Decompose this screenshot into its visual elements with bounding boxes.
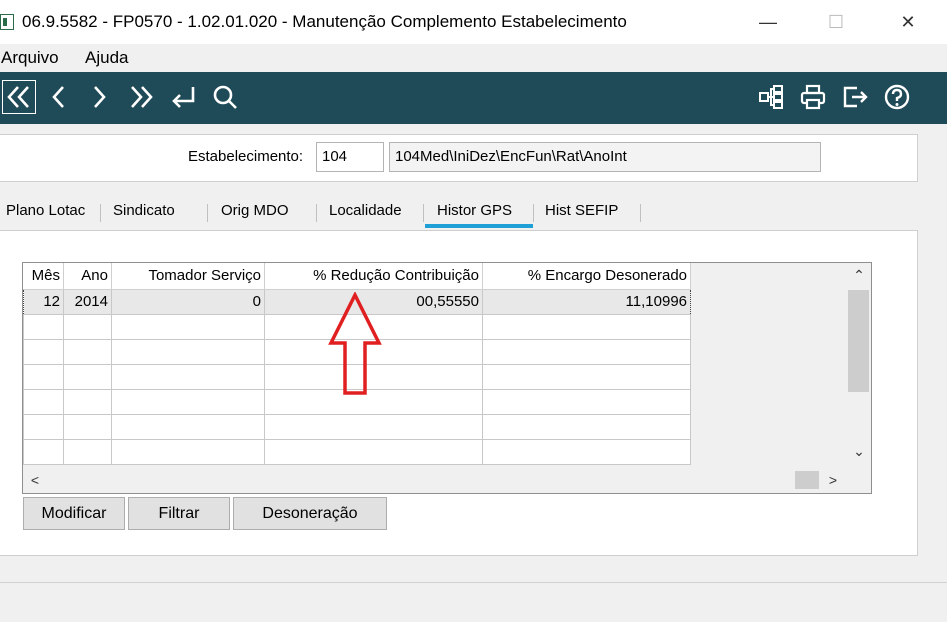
tab-separator (423, 204, 424, 222)
column-header-mes[interactable]: Mês (23, 263, 64, 290)
window-title: 06.9.5582 - FP0570 - 1.02.01.020 - Manut… (22, 12, 627, 31)
vertical-scroll-thumb[interactable] (848, 290, 869, 392)
cell-ano[interactable]: 2014 (63, 288, 112, 315)
table-row-empty[interactable] (23, 413, 691, 440)
status-bar (0, 582, 947, 622)
column-header-tomador-servico[interactable]: Tomador Serviço (111, 263, 265, 290)
histor-gps-grid[interactable]: Mês Ano Tomador Serviço % Redução Contri… (22, 262, 872, 494)
tab-hist-sefip[interactable]: Hist SEFIP (545, 202, 618, 219)
horizontal-scrollbar[interactable] (23, 467, 871, 493)
estabelecimento-label: Estabelecimento: (188, 148, 304, 165)
minimize-button[interactable]: — (748, 8, 788, 36)
app-icon (0, 14, 14, 30)
tree-icon[interactable] (754, 80, 788, 114)
menu-ajuda[interactable]: Ajuda (85, 48, 128, 68)
filtrar-button[interactable]: Filtrar (128, 497, 230, 530)
print-icon[interactable] (796, 80, 830, 114)
enter-icon[interactable] (166, 80, 200, 114)
next-record-icon[interactable] (82, 80, 116, 114)
tab-plano-lotac[interactable]: Plano Lotac (6, 202, 85, 219)
column-header-reducao-contribuicao[interactable]: % Redução Contribuição (264, 263, 483, 290)
desoneracao-button[interactable]: Desoneração (233, 497, 387, 530)
tab-histor-gps[interactable]: Histor GPS (437, 202, 512, 219)
maximize-button[interactable]: ☐ (816, 8, 856, 36)
first-record-icon[interactable] (2, 80, 36, 114)
column-header-encargo-desonerado[interactable]: % Encargo Desonerado (482, 263, 691, 290)
table-row-empty[interactable] (23, 438, 691, 465)
cell-mes[interactable]: 12 (23, 288, 64, 315)
menu-arquivo[interactable]: Arquivo (1, 48, 59, 68)
exit-icon[interactable] (838, 80, 872, 114)
menu-bar: Arquivo Ajuda (0, 44, 947, 72)
modificar-button[interactable]: Modificar (23, 497, 125, 530)
horizontal-scroll-thumb[interactable] (795, 471, 819, 489)
cell-encargo-desonerado[interactable]: 11,10996 (482, 288, 691, 315)
last-record-icon[interactable] (124, 80, 158, 114)
cell-tomador-servico[interactable]: 0 (111, 288, 265, 315)
estabelecimento-code-field[interactable]: 104 (316, 142, 384, 172)
grid-header-row: Mês Ano Tomador Serviço % Redução Contri… (23, 263, 691, 290)
tab-sindicato[interactable]: Sindicato (113, 202, 175, 219)
tab-localidade[interactable]: Localidade (329, 202, 402, 219)
help-icon[interactable] (880, 80, 914, 114)
column-header-ano[interactable]: Ano (63, 263, 112, 290)
tab-separator (100, 204, 101, 222)
scroll-down-icon[interactable]: ⌄ (849, 443, 869, 460)
toolbar (0, 72, 947, 124)
tab-separator (640, 204, 641, 222)
tab-separator (533, 204, 534, 222)
active-tab-indicator (425, 224, 533, 228)
prev-record-icon[interactable] (42, 80, 76, 114)
estabelecimento-description-field: 104Med\IniDez\EncFun\Rat\AnoInt (389, 142, 821, 172)
scroll-right-icon[interactable]: > (823, 472, 843, 488)
title-bar: 06.9.5582 - FP0570 - 1.02.01.020 - Manut… (0, 0, 947, 44)
search-icon[interactable] (208, 80, 242, 114)
scroll-left-icon[interactable]: < (25, 472, 45, 488)
red-arrow-annotation (328, 292, 382, 395)
tab-separator (207, 204, 208, 222)
tab-orig-mdo[interactable]: Orig MDO (221, 202, 289, 219)
scroll-up-icon[interactable]: ⌃ (849, 267, 869, 284)
close-button[interactable]: ✕ (888, 8, 928, 36)
tab-separator (316, 204, 317, 222)
